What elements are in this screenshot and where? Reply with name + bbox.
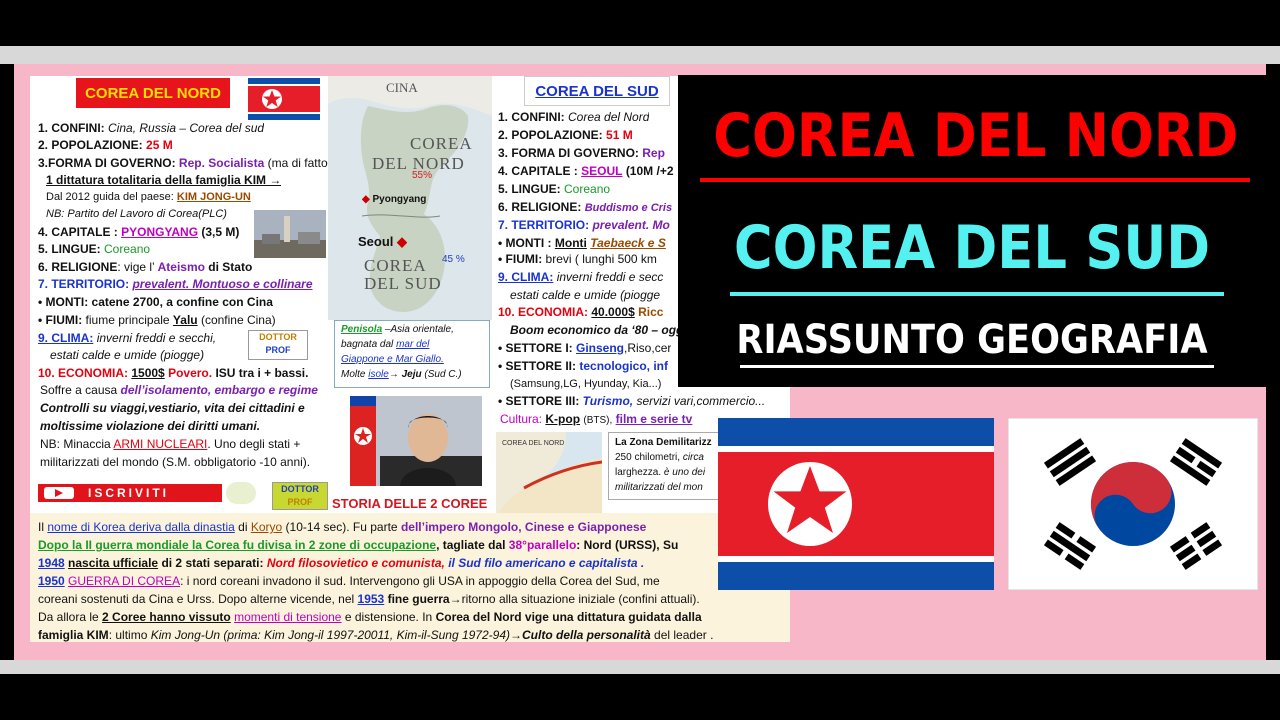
hero-underline-south xyxy=(730,292,1224,296)
map-note: Penisola –Asia orientale, bagnata dal ma… xyxy=(334,320,490,388)
north-partito: NB: Partito del Lavoro di Corea(PLC) xyxy=(46,208,227,220)
story-line-7: famiglia KIM: ultimo Kim Jong-Un (prima:… xyxy=(38,628,714,642)
story-line-5: coreani sostenuti da Cina e Urss. Dopo a… xyxy=(38,592,700,606)
north-religione: 6. RELIGIONE: vige l’ Ateismo di Stato xyxy=(38,260,253,274)
gray-strip-top xyxy=(0,46,1280,64)
south-aziende: (Samsung,LG, Hyunday, Kia...) xyxy=(510,378,662,390)
north-clima: 9. CLIMA: inverni freddi e secchi, xyxy=(38,331,217,345)
hero-title-panel: COREA DEL NORD COREA DEL SUD RIASSUNTO G… xyxy=(678,75,1266,387)
story-line-3: 1948 nascita ufficiale di 2 stati separa… xyxy=(38,556,645,570)
map-pyongyang: ◆ Pyongyang xyxy=(362,194,427,205)
north-isolamento: Soffre a causa dell’isolamento, embargo … xyxy=(40,383,318,397)
map-label-south-2: DEL SUD xyxy=(364,274,442,293)
north-lingue: 5. LINGUE: Coreano xyxy=(38,242,151,256)
north-nucleari: NB: Minaccia ARMI NUCLEARI. Uno degli st… xyxy=(40,437,301,451)
north-militarizzati: militarizzati del mondo (S.M. obbligator… xyxy=(40,455,311,469)
north-clima-2: estati calde e umide (piogge) xyxy=(50,348,205,362)
north-fiumi: • FIUMI: fiume principale Yalu (confine … xyxy=(38,313,276,327)
south-lingue: 5. LINGUE: Coreano xyxy=(498,182,611,196)
story-line-6: Da allora le 2 Coree hanno vissuto momen… xyxy=(38,610,702,624)
north-korea-flag-icon xyxy=(718,418,994,590)
hero-title-north: COREA DEL NORD xyxy=(713,101,1239,171)
north-territorio: 7. TERRITORIO: prevalent. Montuoso e col… xyxy=(38,277,313,291)
story-line-2: Dopo la II guerra mondiale la Corea fu d… xyxy=(38,538,679,552)
letterbox-top xyxy=(0,0,1280,46)
north-controlli: Controlli su viaggi,vestiario, vita dei … xyxy=(40,401,305,415)
south-korea-flag-icon xyxy=(1008,418,1258,590)
map-seoul: Seoul ◆ xyxy=(358,234,408,249)
south-settore-3: • SETTORE III: Turismo, servizi vari,com… xyxy=(498,394,766,408)
north-popolazione: 2. POPOLAZIONE: 25 M xyxy=(38,138,173,152)
story-line-4: 1950 GUERRA DI COREA: i nord coreani inv… xyxy=(38,574,660,588)
north-capitale: 4. CAPITALE : PYONGYANG (3,5 M) xyxy=(38,225,240,239)
map-label-cina: CINA xyxy=(386,80,418,95)
hero-title-south: COREA DEL SUD xyxy=(733,213,1211,283)
hero-subtitle: RIASSUNTO GEOGRAFIA xyxy=(736,317,1208,363)
south-fiumi: • FIUMI: brevi ( lunghi 500 km xyxy=(498,252,657,266)
cartoon-logo-icon xyxy=(226,482,256,504)
gray-strip-bottom xyxy=(0,660,1280,674)
north-korea-flag-small-icon xyxy=(248,78,320,120)
map-label-north-1: COREA xyxy=(410,134,473,153)
north-dittatura: 1 dittatura totalitaria della famiglia K… xyxy=(46,173,282,187)
subscribe-button[interactable]: ISCRIVITI xyxy=(38,484,222,502)
south-popolazione: 2. POPOLAZIONE: 51 M xyxy=(498,128,633,142)
map-pct-north: 55% xyxy=(412,170,433,181)
dottor-prof-logo-1: DOTTOR PROF xyxy=(248,330,308,360)
youtube-play-icon xyxy=(44,487,74,499)
map-pct-south: 45 % xyxy=(442,254,465,265)
south-title: COREA DEL SUD xyxy=(524,76,670,106)
south-clima-2: estati calde e umide (piogge xyxy=(510,288,661,302)
south-capitale: 4. CAPITALE : SEOUL (10M /+2 xyxy=(498,164,674,178)
south-religione: 6. RELIGIONE: Buddismo e Cris xyxy=(498,200,673,214)
dottor-prof-logo-2: DOTTOR PROF xyxy=(272,482,328,510)
hero-underline-subtitle xyxy=(740,365,1214,368)
south-settore-1: • SETTORE I: Ginseng,Riso,cer xyxy=(498,341,672,355)
story-title: STORIA DELLE 2 COREE xyxy=(332,496,488,511)
south-monti: • MONTI : Monti Taebaeck e S xyxy=(498,236,666,250)
south-economia: 10. ECONOMIA: 40.000$ Ricc xyxy=(498,305,664,319)
south-clima: 9. CLIMA: inverni freddi e secc xyxy=(498,270,664,284)
map-label-south-1: COREA xyxy=(364,256,427,275)
north-monti: • MONTI: catene 2700, a confine con Cina xyxy=(38,295,273,309)
summary-sheet: COREA DEL NORD 1. CONFINI: Cina, Russia … xyxy=(30,76,790,642)
north-violazioni: moltissime violazione dei diritti umani. xyxy=(40,419,261,433)
south-governo: 3. FORMA DI GOVERNO: Rep xyxy=(498,146,665,160)
hero-underline-north xyxy=(700,178,1250,182)
south-settore-2: • SETTORE II: tecnologico, inf xyxy=(498,359,669,373)
north-governo: 3.FORMA DI GOVERNO: Rep. Socialista (ma … xyxy=(38,156,328,170)
north-confini: 1. CONFINI: Cina, Russia – Corea del sud xyxy=(38,121,265,135)
south-confini: 1. CONFINI: Corea del Nord xyxy=(498,110,650,124)
north-title: COREA DEL NORD xyxy=(76,78,230,108)
pyongyang-photo xyxy=(254,210,326,258)
story-line-1: Il nome di Korea deriva dalla dinastia d… xyxy=(38,520,647,534)
north-guida: Dal 2012 guida del paese: KIM JONG-UN xyxy=(46,191,251,203)
south-territorio: 7. TERRITORIO: prevalent. Mo xyxy=(498,218,670,232)
north-economia: 10. ECONOMIA: 1500$ Povero. ISU tra i + … xyxy=(38,366,309,380)
letterbox-bottom xyxy=(0,674,1280,720)
leader-photo xyxy=(350,396,482,486)
south-boom: Boom economico da ‘80 – ogg xyxy=(510,323,684,337)
dmz-map-label: COREA DEL NORD xyxy=(502,440,565,447)
